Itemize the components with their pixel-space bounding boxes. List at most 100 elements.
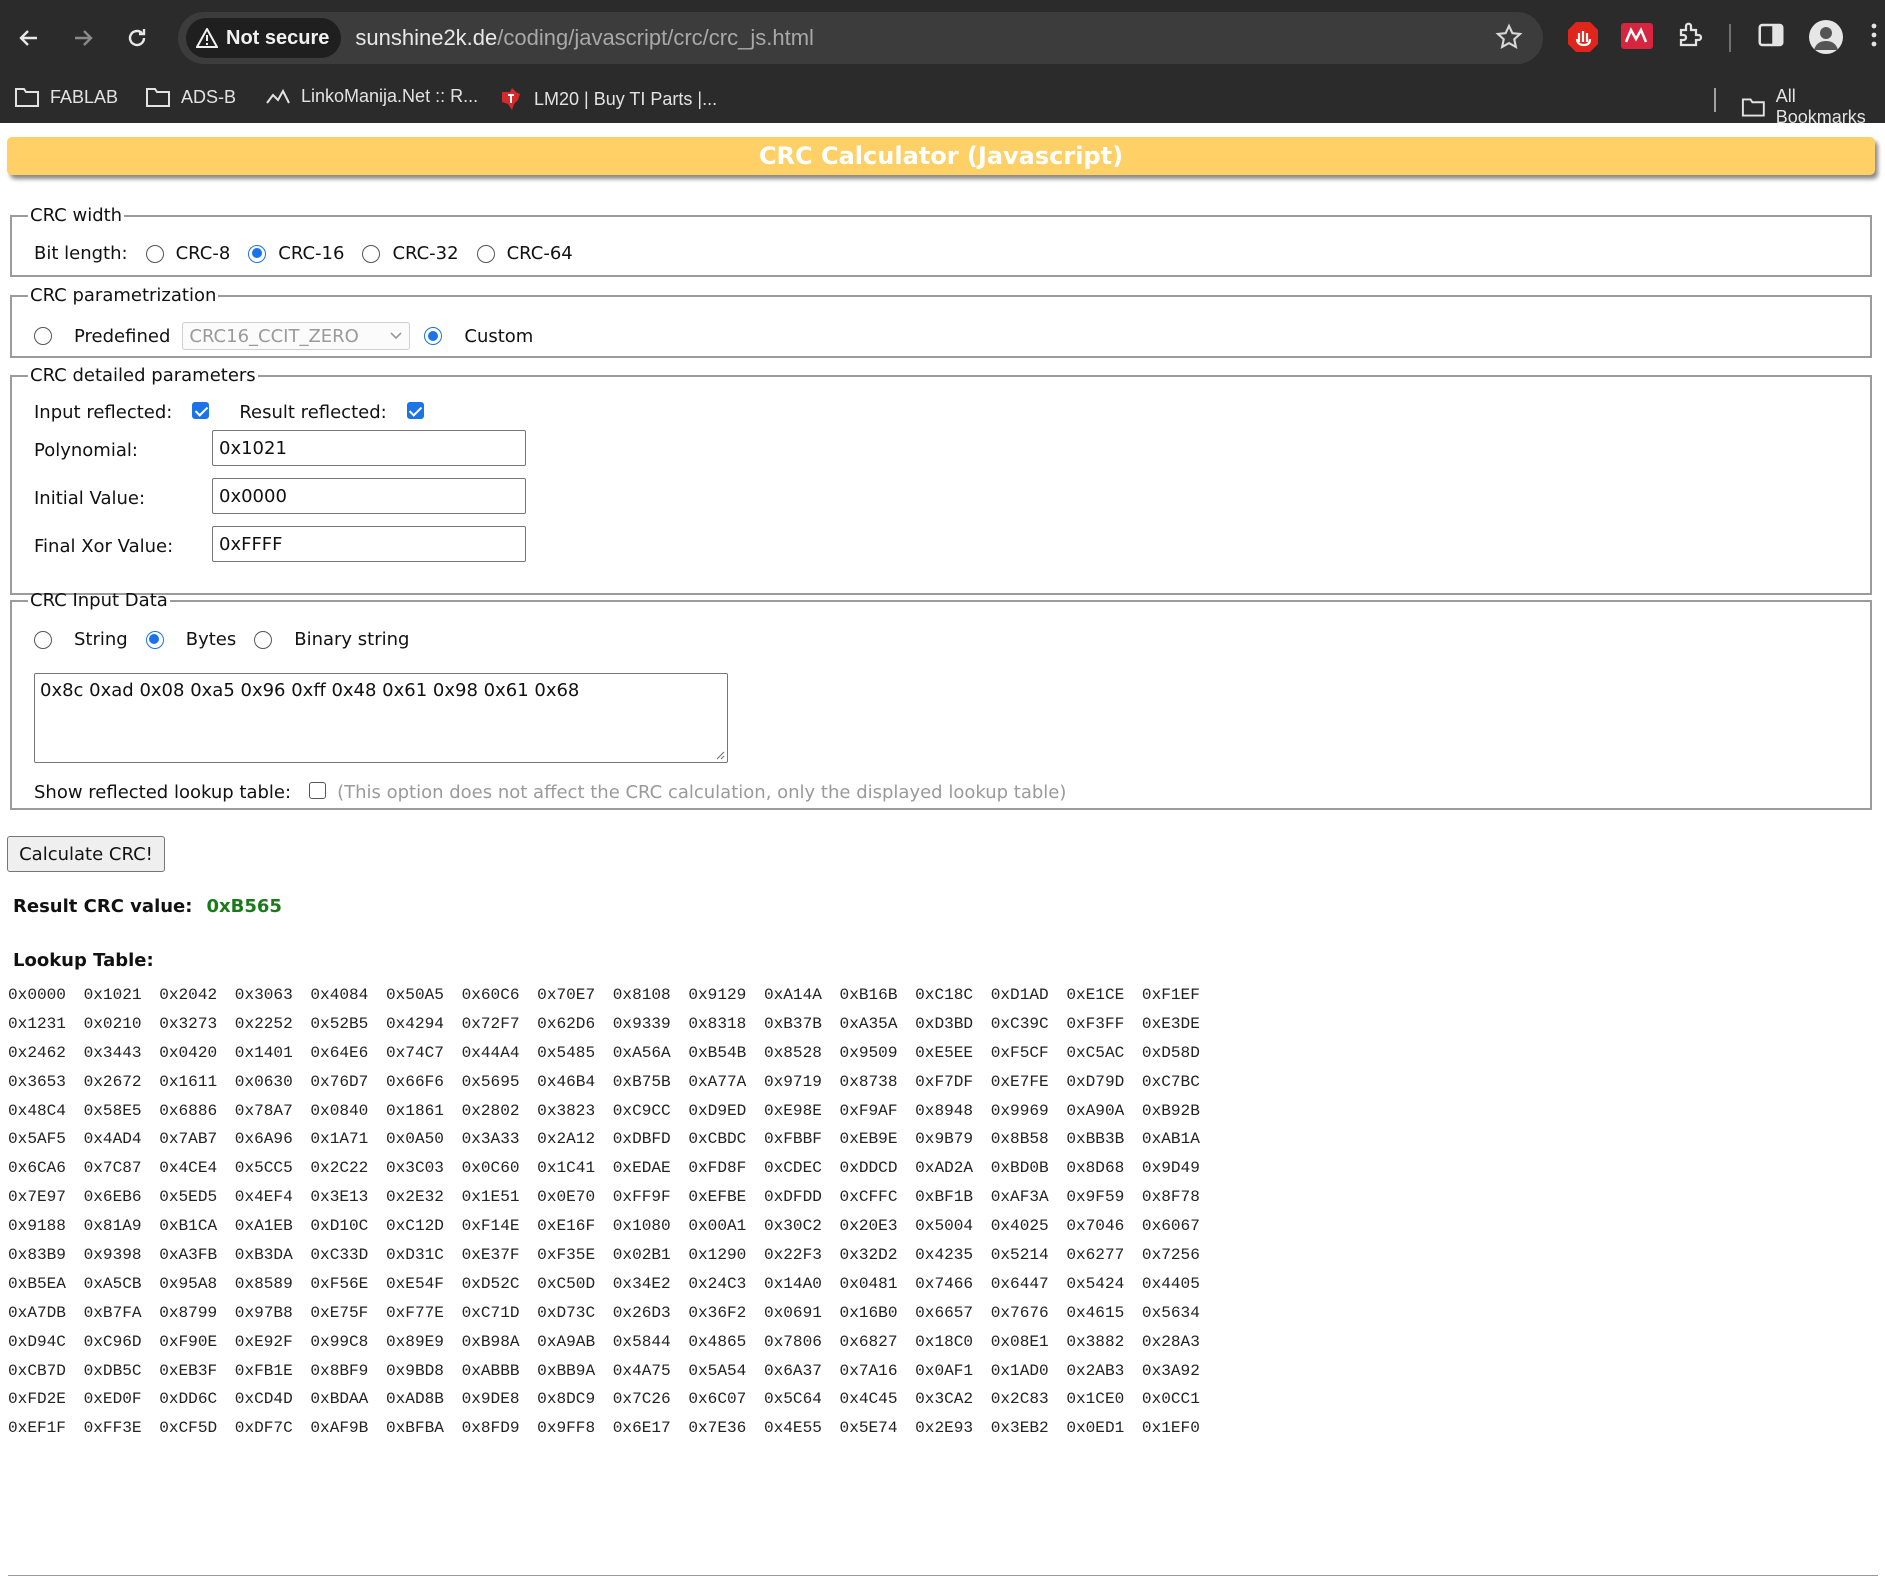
lookup-table-cell: 0xAD8B (385, 1390, 444, 1409)
lookup-table-cell: 0xF7DF (915, 1072, 974, 1091)
crc-32-radio[interactable] (362, 244, 381, 263)
crc-16-radio[interactable] (248, 244, 267, 263)
lookup-table-cell: 0x5AF5 (8, 1130, 66, 1149)
predefined-label[interactable]: Predefined (74, 326, 170, 347)
lookup-table-cell: 0xDD6C (159, 1390, 218, 1409)
binary-string-label[interactable]: Binary string (294, 629, 409, 650)
lookup-table-cell: 0x1231 (8, 1014, 66, 1033)
polynomial-input[interactable]: 0x1021 (212, 430, 526, 466)
lookup-table-cell: 0x1EF0 (1141, 1419, 1200, 1438)
bookmark-ads-b[interactable]: ADS-B (145, 86, 236, 108)
lookup-table-cell: 0x3882 (1066, 1332, 1125, 1351)
lookup-table-cell: 0x08E1 (990, 1332, 1049, 1351)
lookup-table-cell: 0x52B5 (310, 1014, 369, 1033)
back-button[interactable] (2, 11, 56, 65)
crc-8-label[interactable]: CRC-8 (176, 243, 231, 264)
final-xor-input[interactable]: 0xFFFF (212, 526, 526, 562)
crc-8-radio[interactable] (145, 244, 164, 263)
lookup-table-cell: 0x9F59 (1066, 1188, 1125, 1207)
menu-kebab-icon[interactable] (1869, 20, 1879, 50)
string-radio[interactable] (34, 630, 52, 649)
bit-length-row: Bit length: CRC-8 CRC-16 CRC-32 CRC-64 (34, 243, 573, 264)
folder-icon (1741, 98, 1765, 117)
lookup-table-cell: 0x24C3 (688, 1274, 747, 1293)
lookup-table-cell: 0x6447 (990, 1274, 1049, 1293)
lookup-table-cell: 0x1C41 (537, 1159, 596, 1178)
address-bar[interactable]: Not secure sunshine2k.de/coding/javascri… (178, 12, 1543, 64)
bookmark-star-icon[interactable] (1495, 23, 1523, 51)
red-extension-icon[interactable] (1620, 20, 1654, 52)
binary-string-radio[interactable] (254, 630, 273, 649)
lookup-table-cell: 0x8FD9 (461, 1419, 520, 1438)
lookup-table-cell: 0x0ED1 (1066, 1419, 1125, 1438)
lookup-table-cell: 0x4E55 (763, 1419, 822, 1438)
extensions-puzzle-icon[interactable] (1676, 20, 1706, 50)
lookup-table-row: 0xFD2E 0xED0F 0xDD6C 0xCD4D 0xBDAA 0xAD8B 0x9D… (8, 1385, 1218, 1414)
predefined-select[interactable]: CRC16_CCIT_ZERO (182, 322, 411, 350)
predefined-radio[interactable] (34, 327, 52, 345)
show-reflected-checkbox[interactable] (309, 782, 327, 799)
crc-width-legend: CRC width (30, 205, 123, 226)
bookmark-lm20[interactable]: LM20 | Buy TI Parts |... (498, 86, 717, 112)
lookup-table-cell: 0x7046 (1066, 1217, 1125, 1236)
initial-value-input[interactable]: 0x0000 (212, 478, 526, 514)
lookup-table-cell: 0x3653 (8, 1072, 66, 1091)
calculate-crc-button[interactable]: Calculate CRC! (7, 836, 165, 872)
custom-radio[interactable] (424, 327, 443, 345)
crc-64-radio[interactable] (476, 244, 495, 263)
lookup-table-cell: 0x32D2 (839, 1246, 898, 1265)
bookmarks-bar: FABLAB ADS-B LinkoManija.Net :: R... LM2… (0, 76, 1885, 127)
side-panel-icon[interactable] (1756, 20, 1786, 50)
lookup-table-cell: 0x50A5 (385, 986, 444, 1004)
profile-avatar-icon[interactable] (1808, 19, 1844, 55)
resize-grip-icon[interactable] (715, 750, 725, 760)
result-reflected-checkbox[interactable] (406, 402, 424, 419)
lookup-table-cell: 0x3273 (159, 1014, 218, 1033)
lookup-table-cell: 0x0420 (159, 1043, 218, 1062)
lookup-table-cell: 0x60C6 (461, 986, 520, 1004)
lookup-table-cell: 0x6827 (839, 1332, 898, 1351)
lookup-table-cell: 0xCD4D (234, 1390, 293, 1409)
lookup-table-cell: 0xB5EA (8, 1274, 66, 1293)
lookup-table-cell: 0x4AD4 (83, 1130, 142, 1149)
lookup-table-cell: 0x58E5 (83, 1101, 142, 1120)
lookup-table-cell: 0x00A1 (688, 1217, 747, 1236)
adblock-extension-icon[interactable] (1566, 20, 1600, 54)
lookup-table-cell: 0xE98E (763, 1101, 822, 1120)
lookup-table-cell: 0x62D6 (537, 1014, 596, 1033)
lookup-table-cell: 0xDFDD (763, 1188, 822, 1207)
input-reflected-checkbox[interactable] (192, 402, 210, 419)
bytes-radio[interactable] (145, 630, 164, 649)
custom-label[interactable]: Custom (464, 326, 533, 347)
lookup-table-cell: 0x89E9 (385, 1332, 444, 1351)
lookup-table-cell: 0xA1EB (234, 1217, 293, 1236)
input-data-textarea[interactable]: 0x8c 0xad 0x08 0xa5 0x96 0xff 0x48 0x61 … (34, 673, 728, 763)
lookup-table-cell: 0xC96D (83, 1332, 142, 1351)
lookup-table-cell: 0xCF5D (159, 1419, 218, 1438)
forward-button[interactable] (56, 11, 110, 65)
reload-button[interactable] (110, 11, 164, 65)
crc-32-label[interactable]: CRC-32 (392, 243, 458, 264)
lookup-table-cell: 0xDF7C (234, 1419, 293, 1438)
crc-16-label[interactable]: CRC-16 (278, 243, 344, 264)
security-chip[interactable]: Not secure (186, 18, 342, 58)
parametrization-row: Predefined CRC16_CCIT_ZERO Custom (34, 322, 533, 350)
bookmark-fablab[interactable]: FABLAB (14, 86, 118, 108)
lookup-table-row: 0xA7DB 0xB7FA 0x8799 0x97B8 0xE75F 0xF77E 0xC7… (8, 1299, 1218, 1328)
result-reflected-label: Result reflected: (239, 402, 387, 423)
lookup-table-cell: 0x16B0 (839, 1303, 898, 1322)
lookup-table-cell: 0x18C0 (915, 1332, 974, 1351)
lookup-table-cell: 0xE37F (461, 1246, 520, 1265)
toolbar-divider (1729, 24, 1731, 52)
url-text[interactable]: sunshine2k.de/coding/javascript/crc/crc_… (355, 25, 814, 51)
crc-64-label[interactable]: CRC-64 (507, 243, 573, 264)
show-reflected-row: Show reflected lookup table: (This optio… (34, 782, 1066, 803)
bytes-label[interactable]: Bytes (186, 629, 237, 650)
all-bookmarks[interactable]: All Bookmarks (1741, 86, 1885, 128)
lookup-table-cell: 0xA90A (1066, 1101, 1125, 1120)
bookmark-linkomanija[interactable]: LinkoManija.Net :: R... (265, 86, 478, 107)
lookup-table-cell: 0xB1CA (159, 1217, 218, 1236)
lookup-table-cell: 0xF35E (537, 1246, 596, 1265)
lookup-table-cell: 0x1290 (688, 1246, 747, 1265)
string-label[interactable]: String (74, 629, 128, 650)
